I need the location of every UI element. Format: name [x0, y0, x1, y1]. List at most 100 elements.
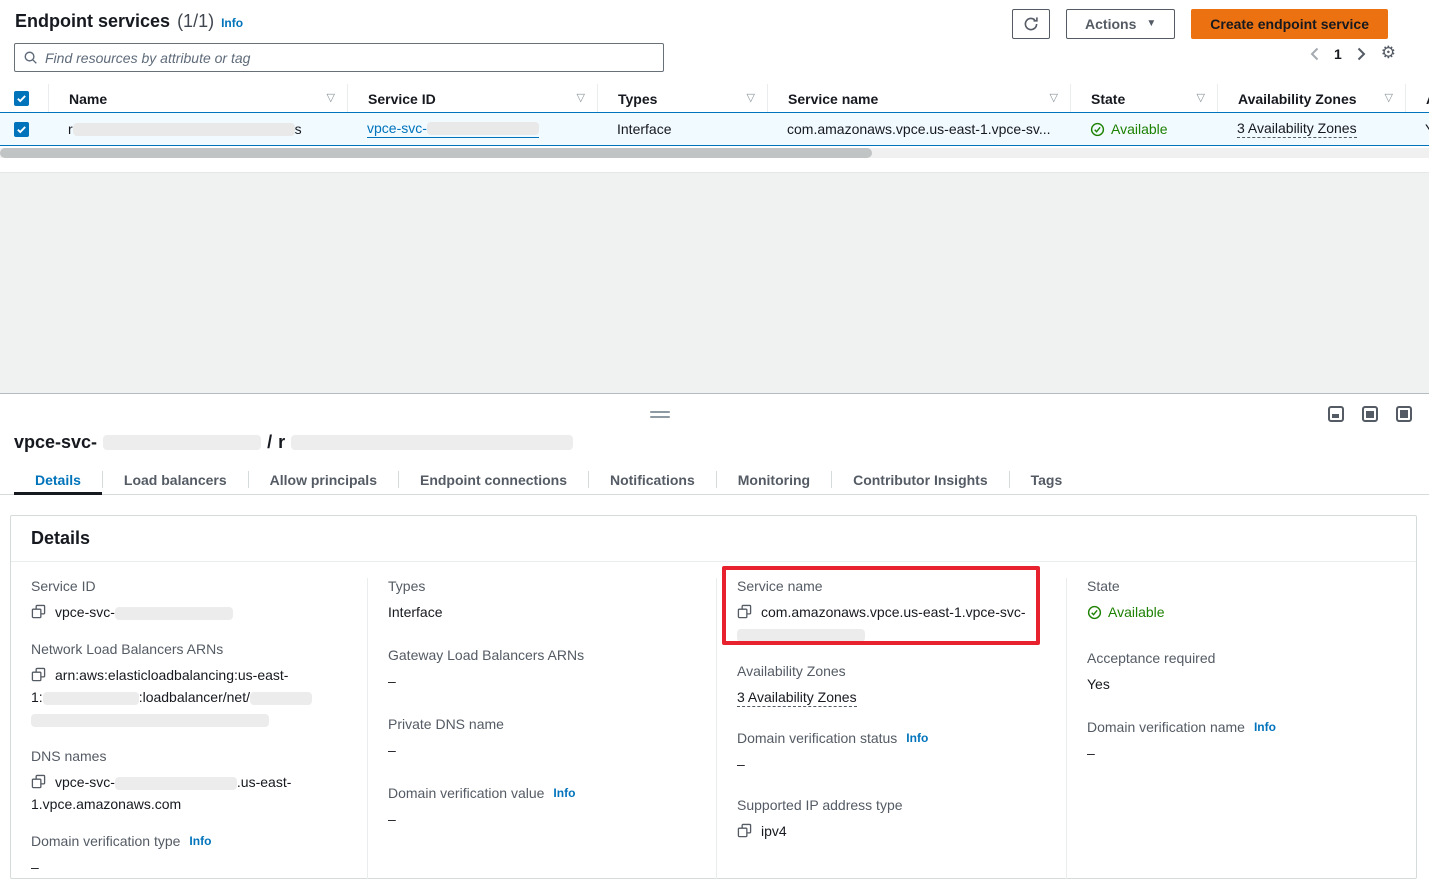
- details-card: Details Service ID vpce-svc- Network Loa…: [10, 515, 1417, 879]
- tab-monitoring[interactable]: Monitoring: [717, 468, 831, 495]
- column-header-service-id[interactable]: Service ID▽: [347, 84, 597, 113]
- refresh-button[interactable]: [1012, 9, 1050, 39]
- redacted-service-name-tail: [737, 629, 865, 642]
- column-header-name[interactable]: Name▽: [48, 84, 347, 113]
- next-page-icon[interactable]: [1357, 47, 1366, 61]
- row-availability-zones-cell: 3 Availability Zones: [1217, 120, 1405, 138]
- info-link[interactable]: Info: [1254, 720, 1276, 734]
- settings-gear-icon[interactable]: ⚙: [1381, 45, 1396, 62]
- empty-background: [0, 172, 1429, 393]
- field-availability-zones: Availability Zones 3 Availability Zones: [737, 663, 1042, 708]
- panel-size-large-icon[interactable]: [1396, 406, 1412, 422]
- page-title-text: Endpoint services: [15, 11, 170, 32]
- search-box[interactable]: [14, 43, 664, 72]
- sort-icon[interactable]: ▽: [577, 93, 585, 104]
- sort-icon[interactable]: ▽: [1385, 93, 1393, 104]
- search-input[interactable]: [45, 50, 655, 66]
- panel-resize-handle[interactable]: [650, 411, 670, 421]
- field-domain-verification-value: Domain verification value Info –: [388, 785, 692, 830]
- refresh-icon: [1023, 16, 1039, 32]
- availability-zones-link[interactable]: 3 Availability Zones: [737, 689, 857, 707]
- panel-size-medium-icon[interactable]: [1362, 406, 1378, 422]
- actions-button[interactable]: Actions ▼: [1066, 9, 1175, 39]
- copy-icon[interactable]: [737, 823, 752, 838]
- details-column-3: Service name com.amazonaws.vpce.us-east-…: [717, 578, 1067, 879]
- row-select-cell: [0, 122, 48, 137]
- caret-down-icon: ▼: [1146, 19, 1156, 29]
- select-all-cell: [0, 84, 48, 113]
- column-header-availability-zones[interactable]: Availability Zones▽: [1217, 84, 1405, 113]
- create-endpoint-service-button[interactable]: Create endpoint service: [1191, 9, 1388, 39]
- field-dns-names: DNS names vpce-svc-.us-east- 1.vpce.amaz…: [31, 748, 343, 815]
- details-column-2: Types Interface Gateway Load Balancers A…: [368, 578, 717, 879]
- tab-allow-principals[interactable]: Allow principals: [249, 468, 398, 495]
- panel-title: vpce-svc- / r: [14, 432, 573, 453]
- tab-tags[interactable]: Tags: [1010, 468, 1084, 495]
- redacted-arn-tail: [31, 714, 269, 727]
- field-gwlb-arns: Gateway Load Balancers ARNs –: [388, 647, 692, 692]
- status-badge: Available: [1111, 121, 1168, 137]
- redacted-title-id: [103, 435, 261, 450]
- copy-icon[interactable]: [31, 667, 46, 682]
- tab-load-balancers[interactable]: Load balancers: [103, 468, 248, 495]
- tab-details[interactable]: Details: [14, 468, 102, 495]
- horizontal-scrollbar[interactable]: [0, 148, 1429, 158]
- column-header-types[interactable]: Types▽: [597, 84, 767, 113]
- field-supported-ip: Supported IP address type ipv4: [737, 797, 1042, 842]
- detail-panel: vpce-svc- / r Details Load balancers All…: [0, 393, 1429, 886]
- row-state-cell: Available: [1070, 121, 1217, 137]
- tab-notifications[interactable]: Notifications: [589, 468, 716, 495]
- panel-size-small-icon[interactable]: [1328, 406, 1344, 422]
- table-header: Name▽ Service ID▽ Types▽ Service name▽ S…: [0, 84, 1429, 113]
- pagination: 1 ⚙: [1310, 45, 1396, 62]
- endpoint-services-page: Endpoint services (1/1) Info Actions ▼ C…: [0, 0, 1429, 886]
- field-service-name: Service name com.amazonaws.vpce.us-east-…: [737, 578, 1042, 645]
- column-header-service-name[interactable]: Service name▽: [767, 84, 1070, 113]
- copy-icon[interactable]: [31, 774, 46, 789]
- info-link[interactable]: Info: [553, 786, 575, 800]
- copy-icon[interactable]: [31, 604, 46, 619]
- select-all-checkbox[interactable]: [14, 91, 29, 106]
- details-column-1: Service ID vpce-svc- Network Load Balanc…: [11, 578, 368, 879]
- field-domain-verification-type: Domain verification type Info –: [31, 833, 343, 878]
- redacted-title-name: [291, 435, 573, 450]
- info-link[interactable]: Info: [189, 834, 211, 848]
- details-card-body: Service ID vpce-svc- Network Load Balanc…: [11, 562, 1416, 879]
- service-id-link[interactable]: vpce-svc-: [367, 120, 539, 138]
- sort-icon[interactable]: ▽: [327, 93, 335, 104]
- field-domain-verification-name: Domain verification name Info –: [1087, 719, 1392, 764]
- column-header-state[interactable]: State▽: [1070, 84, 1217, 113]
- sort-icon[interactable]: ▽: [747, 93, 755, 104]
- tab-endpoint-connections[interactable]: Endpoint connections: [399, 468, 588, 495]
- availability-zones-link[interactable]: 3 Availability Zones: [1237, 120, 1357, 138]
- field-domain-verification-status: Domain verification status Info –: [737, 730, 1042, 775]
- redacted-service-id-value: [115, 607, 233, 620]
- scrollbar-thumb[interactable]: [0, 148, 872, 158]
- search-icon: [23, 50, 38, 65]
- sort-icon[interactable]: ▽: [1197, 93, 1205, 104]
- redacted-name: [73, 123, 295, 136]
- actions-label: Actions: [1085, 16, 1136, 32]
- previous-page-icon[interactable]: [1310, 47, 1319, 61]
- page-title: Endpoint services (1/1) Info: [15, 11, 243, 32]
- list-section: Endpoint services (1/1) Info Actions ▼ C…: [0, 0, 1429, 172]
- title-info-link[interactable]: Info: [221, 16, 243, 30]
- row-acceptance-cell: Y: [1405, 121, 1429, 137]
- tab-contributor-insights[interactable]: Contributor Insights: [832, 468, 1009, 495]
- row-checkbox[interactable]: [14, 122, 29, 137]
- current-page[interactable]: 1: [1334, 46, 1342, 62]
- field-state: State Available: [1087, 578, 1392, 626]
- row-name-cell: r s: [48, 121, 347, 137]
- sort-icon[interactable]: ▽: [1050, 93, 1058, 104]
- resource-count: (1/1): [177, 11, 214, 32]
- toolbar-actions: Actions ▼ Create endpoint service: [1012, 9, 1388, 39]
- redacted-account-id: [43, 692, 139, 705]
- copy-icon[interactable]: [737, 604, 752, 619]
- details-card-header: Details: [11, 516, 1416, 562]
- column-header-acceptance[interactable]: A: [1405, 84, 1429, 113]
- row-service-name-cell: com.amazonaws.vpce.us-east-1.vpce-sv...: [767, 121, 1070, 137]
- field-nlb-arns: Network Load Balancers ARNs arn:aws:elas…: [31, 641, 343, 730]
- field-service-id: Service ID vpce-svc-: [31, 578, 343, 623]
- table-row[interactable]: r s vpce-svc- Interface com.amazonaws.vp…: [0, 112, 1429, 146]
- info-link[interactable]: Info: [906, 731, 928, 745]
